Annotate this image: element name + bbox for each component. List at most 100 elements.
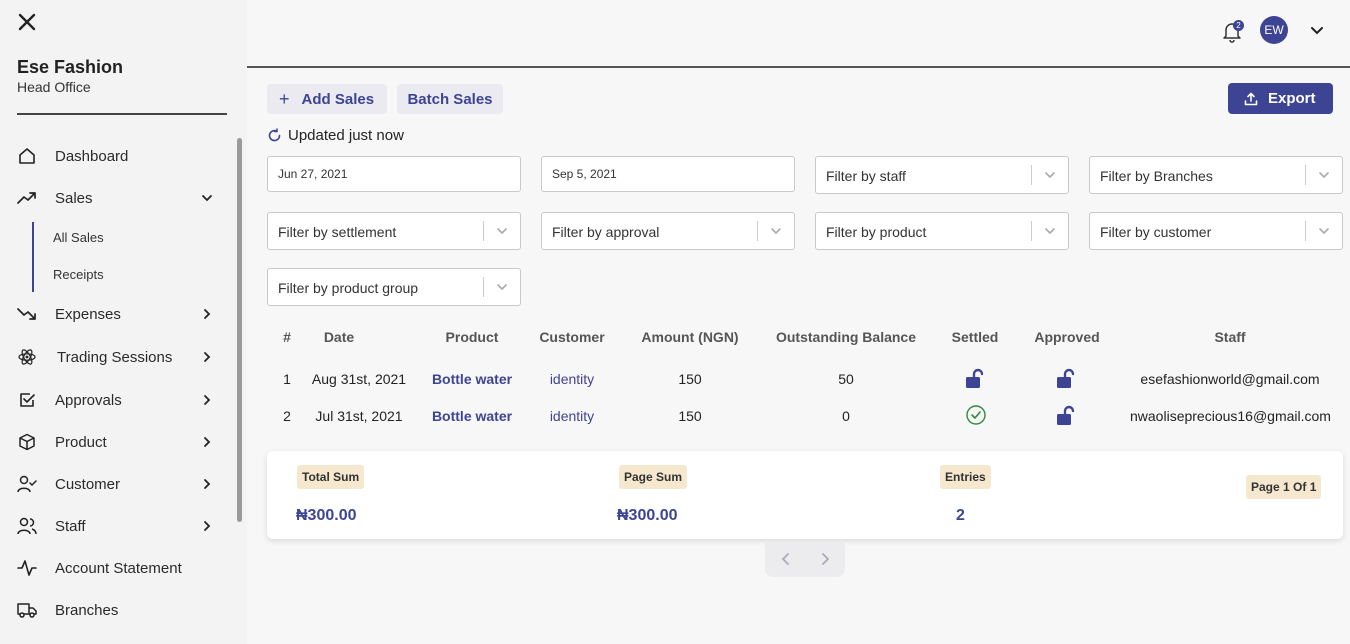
export-label: Export xyxy=(1268,90,1316,107)
plus-icon: + xyxy=(279,88,290,109)
row-customer-link[interactable]: identity xyxy=(527,371,617,387)
filter-customer-select[interactable]: Filter by customer xyxy=(1089,212,1343,250)
submenu-line xyxy=(32,222,34,292)
add-sales-label: Add Sales xyxy=(301,90,375,108)
filter-approval-select[interactable]: Filter by approval xyxy=(541,212,795,250)
entries-label: Entries xyxy=(940,465,991,489)
row-number: 1 xyxy=(283,371,291,387)
chevron-down-icon xyxy=(497,284,507,291)
row-product-link[interactable]: Bottle water xyxy=(412,371,532,387)
sidebar-subitem-all-sales[interactable]: All Sales xyxy=(53,230,104,245)
chevron-down-icon xyxy=(1319,228,1329,235)
sidebar-item-label: Expenses xyxy=(55,305,121,323)
column-header-product: Product xyxy=(445,329,499,345)
select-separator xyxy=(1031,221,1032,241)
sidebar-item-label: Trading Sessions xyxy=(57,348,173,366)
sidebar-item-product[interactable]: Product xyxy=(0,427,230,457)
chevron-right-icon[interactable] xyxy=(818,552,832,566)
sidebar-item-account-statement[interactable]: Account Statement xyxy=(0,553,230,583)
sidebar-scrollbar[interactable] xyxy=(237,138,242,522)
sidebar: Ese Fashion Head Office Dashboard Sales … xyxy=(0,0,247,644)
row-staff: esefashionworld@gmail.com xyxy=(1140,371,1320,387)
org-name: Ese Fashion xyxy=(17,57,124,77)
entries-value: 2 xyxy=(956,507,965,524)
sidebar-item-label: Dashboard xyxy=(55,147,129,165)
close-icon[interactable] xyxy=(16,11,38,33)
sidebar-item-expenses[interactable]: Expenses xyxy=(0,299,230,329)
sidebar-item-label: Customer xyxy=(55,475,121,493)
select-separator xyxy=(1031,165,1032,185)
chevron-down-icon xyxy=(497,228,507,235)
sidebar-item-dashboard[interactable]: Dashboard xyxy=(0,141,230,171)
refresh-icon[interactable] xyxy=(267,128,282,143)
updated-status: Updated just now xyxy=(267,127,404,144)
sidebar-item-branches[interactable]: Branches xyxy=(0,595,230,625)
unlock-icon[interactable] xyxy=(1055,368,1077,390)
chevron-down-icon xyxy=(1319,172,1329,179)
batch-sales-button[interactable]: Batch Sales xyxy=(397,84,503,114)
sidebar-item-label: Branches xyxy=(55,601,119,619)
divider xyxy=(17,113,227,115)
sidebar-item-staff[interactable]: Staff xyxy=(0,511,230,541)
sidebar-item-customer[interactable]: Customer xyxy=(0,469,230,499)
chevron-right-icon xyxy=(204,352,211,362)
updated-text: Updated just now xyxy=(288,127,404,144)
sidebar-item-sales[interactable]: Sales xyxy=(0,183,230,213)
chevron-down-icon xyxy=(771,228,781,235)
column-header-staff: Staff xyxy=(1214,329,1246,345)
home-icon xyxy=(17,146,37,166)
sidebar-item-label: Staff xyxy=(55,517,86,535)
row-date: Aug 31st, 2021 xyxy=(311,371,407,387)
avatar[interactable]: EW xyxy=(1260,16,1288,44)
header-divider xyxy=(247,66,1350,68)
row-customer-link[interactable]: identity xyxy=(527,408,617,424)
filter-settlement-select[interactable]: Filter by settlement xyxy=(267,212,521,250)
filter-product-select[interactable]: Filter by product xyxy=(815,212,1069,250)
chevron-right-icon xyxy=(204,309,211,319)
row-amount: 150 xyxy=(678,408,702,424)
sidebar-item-label: Sales xyxy=(55,189,93,207)
row-staff: nwaoliseprecious16@gmail.com xyxy=(1130,408,1331,424)
select-placeholder: Filter by Branches xyxy=(1100,168,1213,184)
row-amount: 150 xyxy=(678,371,702,387)
row-number: 2 xyxy=(283,408,291,424)
summary-card: Total Sum ₦300.00 Page Sum ₦300.00 Entri… xyxy=(267,451,1343,539)
user-check-icon xyxy=(17,474,37,494)
date-to-field[interactable] xyxy=(541,156,795,192)
select-placeholder: Filter by customer xyxy=(1100,224,1212,240)
activity-icon xyxy=(17,558,37,578)
atom-icon xyxy=(17,347,37,367)
truck-icon xyxy=(17,600,37,620)
filter-staff-select[interactable]: Filter by staff xyxy=(815,156,1069,194)
chevron-left-icon[interactable] xyxy=(779,552,793,566)
trend-up-icon xyxy=(17,188,37,208)
row-product-link[interactable]: Bottle water xyxy=(412,408,532,424)
select-placeholder: Filter by product xyxy=(826,224,927,240)
checkbox-icon xyxy=(17,390,37,410)
upload-icon xyxy=(1244,92,1258,105)
trend-down-icon xyxy=(17,304,37,324)
chevron-down-icon[interactable] xyxy=(1309,22,1325,38)
pagination xyxy=(765,541,845,577)
filter-branches-select[interactable]: Filter by Branches xyxy=(1089,156,1343,194)
total-sum-value: ₦300.00 xyxy=(296,507,357,524)
users-icon xyxy=(17,516,37,536)
date-from-field[interactable] xyxy=(267,156,521,192)
row-date: Jul 31st, 2021 xyxy=(315,408,403,424)
row-outstanding: 0 xyxy=(842,408,850,424)
unlock-icon[interactable] xyxy=(964,368,986,390)
select-separator xyxy=(1305,221,1306,241)
sidebar-item-trading-sessions[interactable]: Trading Sessions xyxy=(0,342,230,372)
chevron-right-icon xyxy=(204,437,211,447)
sidebar-item-label: Approvals xyxy=(55,391,122,409)
select-separator xyxy=(483,221,484,241)
sidebar-subitem-receipts[interactable]: Receipts xyxy=(53,267,104,282)
sidebar-item-approvals[interactable]: Approvals xyxy=(0,385,230,415)
add-sales-button[interactable]: + Add Sales xyxy=(267,84,387,114)
column-header-date: Date xyxy=(323,329,355,345)
export-button[interactable]: Export xyxy=(1228,83,1333,114)
select-separator xyxy=(1305,165,1306,185)
filter-product-group-select[interactable]: Filter by product group xyxy=(267,268,521,306)
unlock-icon[interactable] xyxy=(1055,405,1077,427)
column-header-settled: Settled xyxy=(951,329,999,345)
